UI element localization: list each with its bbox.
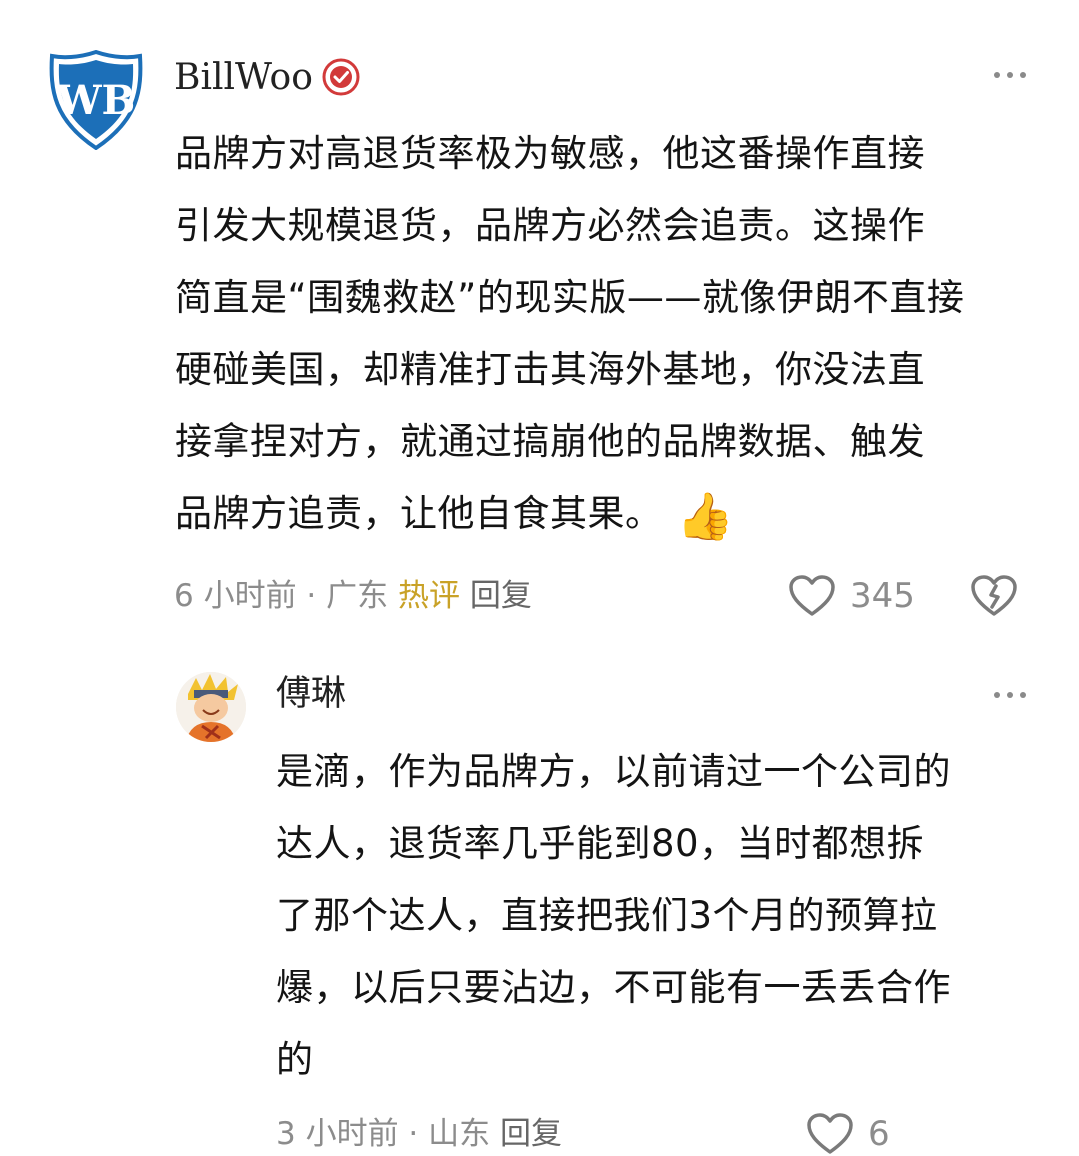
more-options-icon[interactable] (994, 70, 1026, 80)
comment-text: 是滴，作为品牌方，以前请过一个公司的 达人，退货率几乎能到80，当时都想拆 了那… (276, 750, 951, 1081)
username[interactable]: 傅琳 (276, 672, 346, 716)
heart-icon (789, 575, 835, 616)
like-button[interactable]: 345 (788, 574, 915, 618)
comment-location: 山东 (428, 1116, 491, 1152)
comment-meta: 6 小时前 · 广东 热评 回复 (174, 578, 532, 614)
svg-text:WB: WB (56, 77, 136, 124)
avatar[interactable] (176, 672, 246, 742)
like-count: 345 (850, 576, 915, 616)
comment-time: 3 小时前 (276, 1116, 399, 1152)
broken-heart-icon[interactable] (970, 574, 1018, 618)
reply-button[interactable]: 回复 (470, 578, 532, 614)
like-button[interactable]: 6 (806, 1112, 890, 1156)
comment-text: 品牌方对高退货率极为敏感，他这番操作直接 引发大规模退货，品牌方必然会追责。这操… (175, 132, 965, 543)
comment-location: 广东 (326, 578, 389, 614)
like-count: 6 (868, 1114, 890, 1154)
more-options-icon[interactable] (994, 690, 1026, 700)
hot-comment-badge: 热评 (398, 578, 460, 614)
comment-meta: 3 小时前 · 山东 回复 (276, 1116, 562, 1152)
reply-button[interactable]: 回复 (500, 1116, 562, 1152)
avatar[interactable]: WB (48, 50, 144, 150)
username[interactable]: BillWoo (174, 56, 313, 100)
verified-badge-icon (322, 58, 360, 96)
comment-time: 6 小时前 (174, 578, 297, 614)
heart-icon (807, 1113, 853, 1154)
wb-shield-logo-icon: WB (49, 50, 143, 150)
cartoon-avatar-icon (176, 672, 246, 742)
thumbs-up-emoji: 👍 (676, 489, 735, 543)
comment-item: WB BillWoo 品牌方对高退货率极为敏感，他这番操作直接 引发大规模退货，… (0, 0, 1079, 640)
comment-item: 傅琳 是滴，作为品牌方，以前请过一个公司的 达人，退货率几乎能到80，当时都想拆… (0, 650, 1079, 1154)
